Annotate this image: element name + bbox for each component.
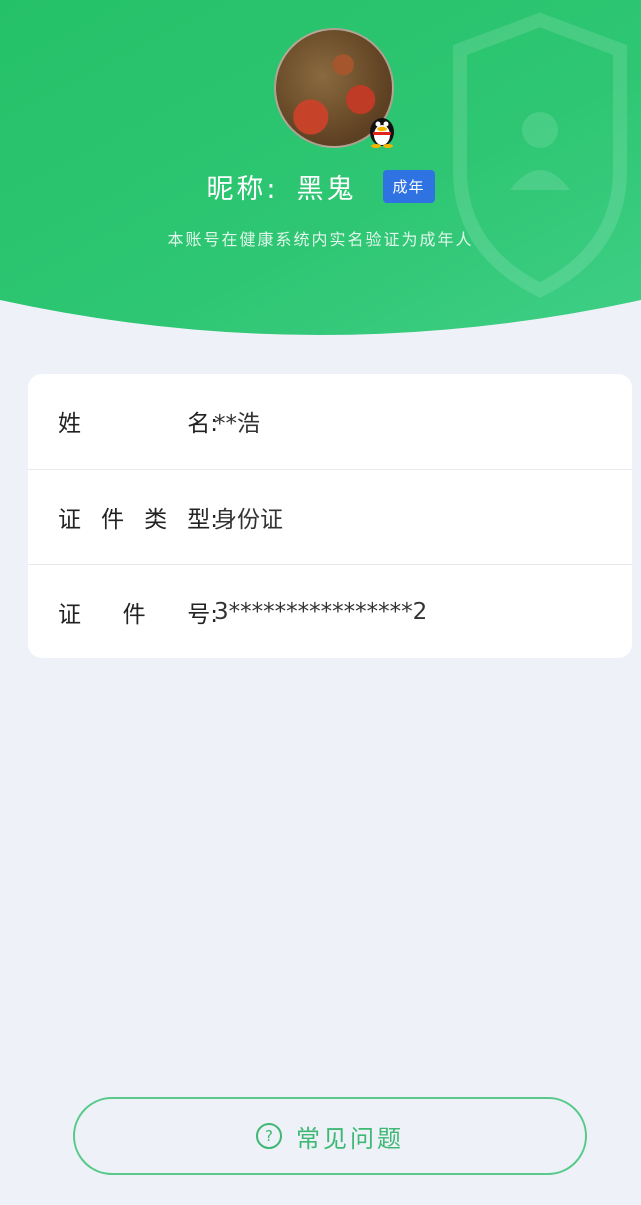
name-label: 姓名: [58,411,218,437]
nickname-row: 昵称: 黑鬼 成年 [0,166,641,206]
id-number-row: 证件号: 3****************2 [28,565,632,659]
qq-penguin-icon [370,118,394,148]
question-circle-icon: ? [256,1123,282,1149]
profile-header: 昵称: 黑鬼 成年 本账号在健康系统内实名验证为成年人 [0,0,641,335]
identity-info-card: 姓名: **浩 证件类型: 身份证 证件号: 3****************… [28,374,632,658]
id-type-row: 证件类型: 身份证 [28,470,632,564]
id-number-value: 3****************2 [214,599,428,625]
id-number-label: 证件号: [58,602,218,628]
verification-message: 本账号在健康系统内实名验证为成年人 [167,230,474,249]
faq-button[interactable]: ? 常见问题 [73,1097,587,1175]
adult-status-badge: 成年 [382,169,435,203]
name-value: **浩 [214,411,260,437]
id-type-value: 身份证 [214,507,283,533]
nickname-value: 黑鬼 [296,173,357,205]
id-type-label: 证件类型: [58,507,218,533]
nickname-label: 昵称: [206,173,279,205]
faq-label: 常见问题 [296,1124,404,1153]
name-row: 姓名: **浩 [28,374,632,468]
